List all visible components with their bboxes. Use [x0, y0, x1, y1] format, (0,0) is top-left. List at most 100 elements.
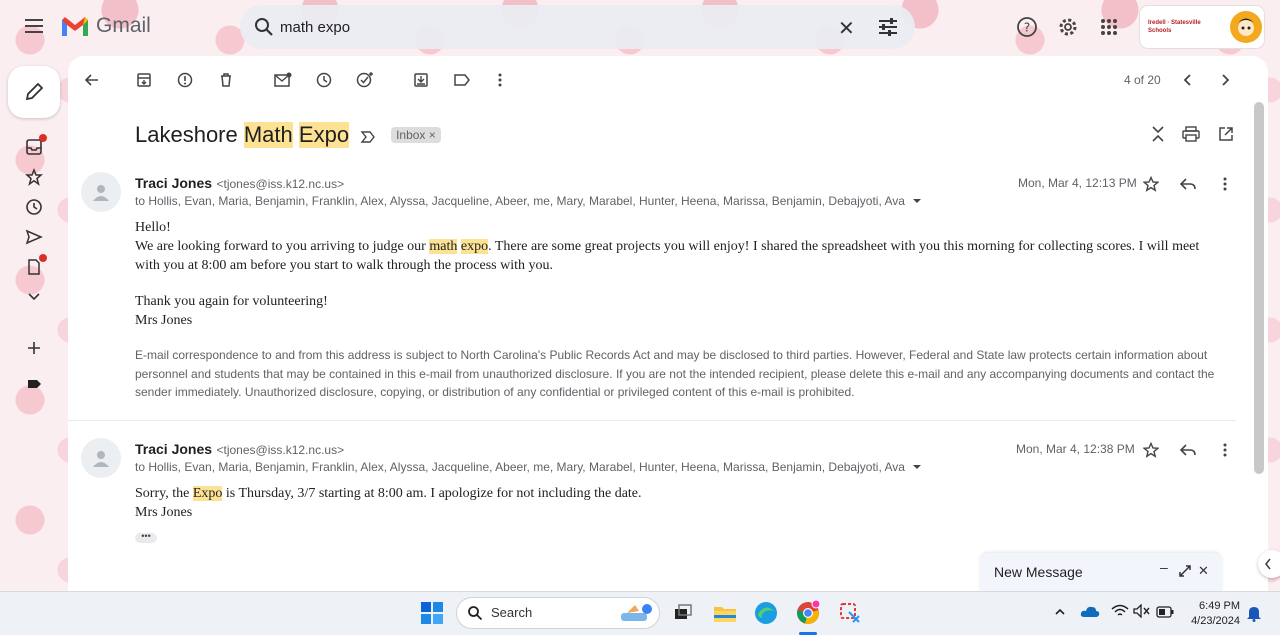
inbox-label-chip[interactable]: Inbox × [391, 127, 441, 143]
body-paragraph: We are looking forward to you arriving t… [135, 237, 1220, 275]
battery-icon[interactable] [1156, 605, 1174, 623]
labels-tag-icon[interactable] [452, 70, 472, 90]
system-clock[interactable]: 6:49 PM 4/23/2024 [1186, 599, 1240, 629]
subject-text: Lakeshore [135, 122, 244, 147]
add-to-tasks-icon[interactable] [355, 70, 375, 90]
message-date: Mon, Mar 4, 12:38 PM [1016, 442, 1135, 456]
star-icon[interactable] [1141, 174, 1161, 194]
sender-email: <tjones@iss.k12.nc.us> [216, 443, 345, 457]
reply-arrow-icon[interactable] [1178, 440, 1198, 460]
file-explorer-icon[interactable] [712, 600, 738, 626]
sender-avatar[interactable] [81, 438, 121, 478]
svg-text:?: ? [1024, 21, 1030, 35]
notification-bell-icon[interactable] [1246, 604, 1262, 627]
open-new-window-icon[interactable] [1216, 124, 1236, 144]
sent-icon[interactable] [23, 226, 45, 248]
create-label-plus-icon[interactable] [23, 337, 45, 359]
move-to-icon[interactable] [411, 70, 431, 90]
search-icon[interactable] [252, 15, 276, 39]
task-view-icon[interactable] [670, 600, 696, 626]
edge-browser-icon[interactable] [753, 600, 779, 626]
clear-search-icon[interactable]: ✕ [838, 16, 855, 41]
print-icon[interactable] [1181, 124, 1201, 144]
wifi-icon[interactable] [1111, 604, 1129, 623]
windows-taskbar: Search 6:49 PM 4/23/2024 [0, 591, 1280, 635]
scrollbar-thumb[interactable] [1254, 102, 1264, 474]
delete-trash-icon[interactable] [216, 70, 236, 90]
caret-down-icon [913, 465, 922, 469]
gmail-wordmark: Gmail [96, 14, 151, 37]
starred-icon[interactable] [23, 166, 45, 188]
star-icon[interactable] [1141, 440, 1161, 460]
label-tag-icon[interactable] [23, 373, 45, 395]
close-icon[interactable]: ✕ [1198, 563, 1209, 579]
apps-grid-icon[interactable] [1096, 14, 1122, 40]
clock-date: 4/23/2024 [1191, 615, 1240, 627]
thanks-line: Thank you again for volunteering! [135, 294, 328, 309]
inbox-icon[interactable] [23, 134, 47, 158]
help-icon[interactable]: ? [1014, 14, 1040, 40]
legal-disclaimer: E-mail correspondence to and from this a… [135, 348, 1215, 399]
chrome-browser-icon[interactable] [795, 599, 821, 626]
collapse-all-icon[interactable] [1148, 124, 1168, 144]
signature-line: Mrs Jones [135, 505, 193, 520]
message-date: Mon, Mar 4, 12:13 PM [1018, 176, 1137, 190]
new-message-title[interactable]: New Message [994, 564, 1083, 580]
reply-arrow-icon[interactable] [1178, 174, 1198, 194]
search-bar[interactable]: ✕ [240, 5, 915, 49]
minimize-icon[interactable]: – [1160, 559, 1168, 575]
older-chevron-right-icon[interactable] [1215, 70, 1235, 90]
body-text: Sorry, the [135, 486, 193, 501]
more-chevron-down-icon[interactable] [23, 286, 45, 308]
message-more-vertical-icon[interactable] [1215, 440, 1235, 460]
sender-name[interactable]: Traci Jones [135, 175, 212, 191]
snoozed-clock-icon[interactable] [23, 196, 45, 218]
search-highlight: expo [460, 239, 489, 254]
taskbar-search[interactable]: Search [456, 597, 660, 629]
message-body: Sorry, the Expo is Thursday, 3/7 startin… [135, 484, 1220, 522]
snooze-clock-icon[interactable] [314, 70, 334, 90]
signature-line: Mrs Jones [135, 313, 193, 328]
onedrive-cloud-icon[interactable] [1080, 604, 1100, 623]
message-divider [68, 420, 1236, 421]
snipping-tool-icon[interactable] [837, 600, 863, 626]
drafts-icon[interactable] [23, 254, 47, 278]
more-vertical-icon[interactable] [490, 70, 510, 90]
unread-dot [39, 134, 47, 142]
recipient-list[interactable]: to Hollis, Evan, Maria, Benjamin, Frankl… [135, 460, 922, 474]
main-menu-icon[interactable] [24, 16, 44, 36]
show-hidden-icons-chevron-up-icon[interactable] [1054, 605, 1066, 623]
sender-name[interactable]: Traci Jones [135, 441, 212, 457]
newer-chevron-left-icon[interactable] [1178, 70, 1198, 90]
greeting-line: Hello! [135, 220, 171, 235]
expand-icon[interactable] [1179, 564, 1191, 582]
back-arrow-icon[interactable] [82, 70, 102, 90]
remove-label-icon[interactable]: × [429, 128, 436, 142]
archive-icon[interactable] [134, 70, 154, 90]
search-input[interactable] [280, 15, 840, 39]
account-badge[interactable]: Iredell · Statesville Schools [1140, 6, 1264, 48]
taskbar-search-label: Search [491, 605, 533, 620]
compose-button[interactable] [8, 66, 60, 118]
top-bar: Gmail ✕ ? Iredell · Statesville Schools [0, 0, 1280, 56]
message-body: Hello! We are looking forward to you arr… [135, 218, 1220, 330]
body-text: We are looking forward to you arriving t… [135, 239, 430, 254]
side-panel-toggle[interactable] [1258, 550, 1280, 578]
message-more-vertical-icon[interactable] [1215, 174, 1235, 194]
show-trimmed-content-button[interactable]: ••• [135, 532, 157, 543]
windows-start-icon[interactable] [421, 602, 443, 624]
importance-marker-icon[interactable] [359, 126, 377, 144]
thread-subject: Lakeshore Math Expo Inbox × [135, 122, 441, 148]
avatar[interactable] [1230, 11, 1262, 43]
new-message-window[interactable]: New Message – ✕ [980, 553, 1222, 591]
settings-gear-icon[interactable] [1055, 14, 1081, 40]
recipient-list[interactable]: to Hollis, Evan, Maria, Benjamin, Frankl… [135, 194, 922, 208]
search-highlight-illustration-icon [617, 601, 655, 625]
school-logo: Iredell · Statesville Schools [1148, 20, 1201, 34]
mark-unread-icon[interactable] [273, 70, 293, 90]
gmail-logo[interactable]: Gmail [60, 14, 151, 38]
sender-avatar[interactable] [81, 172, 121, 212]
volume-muted-icon[interactable] [1133, 603, 1151, 623]
search-options-icon[interactable] [876, 15, 900, 39]
report-spam-icon[interactable] [175, 70, 195, 90]
